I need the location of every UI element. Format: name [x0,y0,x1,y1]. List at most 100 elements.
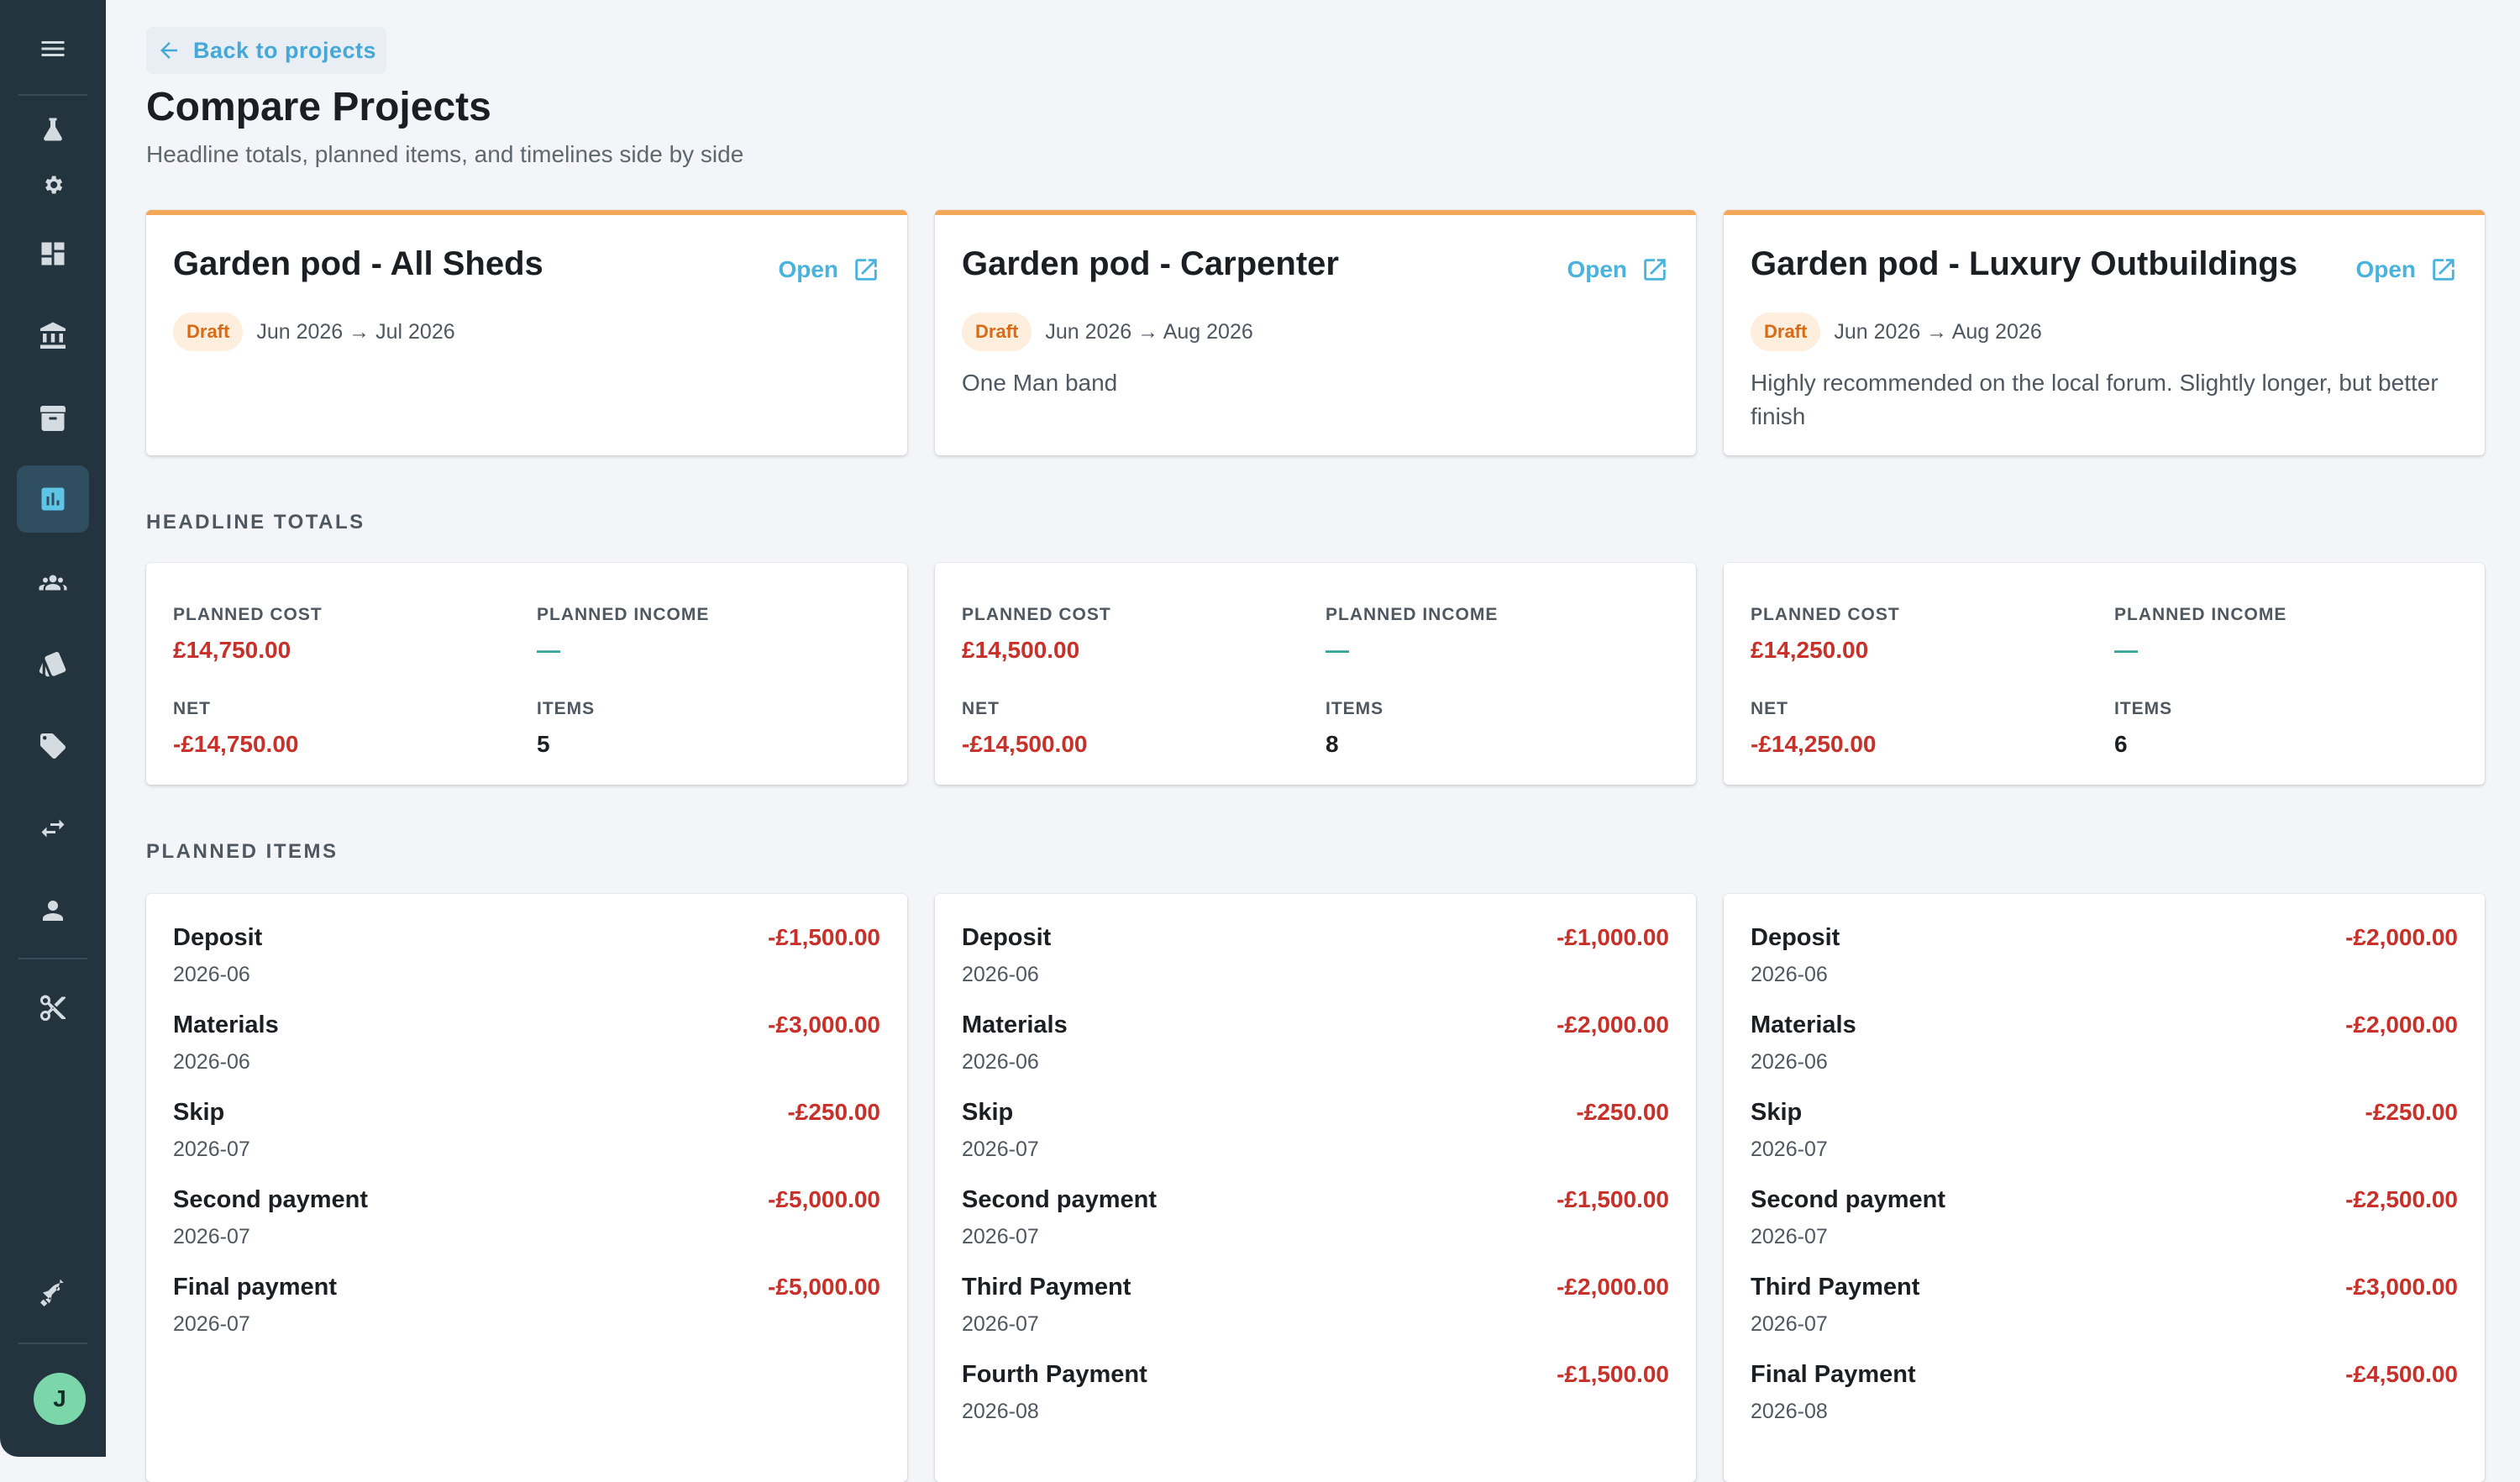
item-amount: -£250.00 [1576,1099,1669,1125]
archive-icon[interactable] [17,385,89,452]
item-date: 2026-08 [962,1400,1039,1423]
planned-income-label: PLANNED INCOME [537,605,710,624]
app-root: J Back to projects Compare Projects Head… [0,0,2520,1482]
item-amount: -£4,500.00 [2345,1361,2458,1387]
people-icon[interactable] [17,548,89,615]
items-label: ITEMS [1326,699,1384,718]
dashboard-icon[interactable] [17,220,89,287]
item-name: Materials [173,1012,279,1038]
item-name: Deposit [1751,924,1840,951]
avatar[interactable]: J [34,1373,86,1425]
chart-icon[interactable] [17,465,89,533]
item-amount: -£2,000.00 [1557,1012,1669,1038]
net-label: NET [962,699,1000,718]
planned-cost-value: £14,750.00 [173,637,291,663]
list-item: Deposit -£2,000.00 2026-06 [1751,924,2458,1012]
back-to-projects-link[interactable]: Back to projects [146,27,387,74]
bank-icon[interactable] [17,302,89,370]
rocket-icon[interactable] [17,1260,89,1327]
item-amount: -£1,500.00 [1557,1186,1669,1212]
list-item: Third Payment -£3,000.00 2026-07 [1751,1274,2458,1361]
item-date: 2026-06 [173,963,250,986]
back-link-label: Back to projects [193,37,377,63]
flask-icon[interactable] [17,106,89,153]
open-project-button[interactable]: Open [778,255,880,284]
project-meta: Draft Jun 2026 → Aug 2026 [1751,313,2042,351]
item-date: 2026-06 [1751,963,1828,986]
item-amount: -£2,000.00 [2345,1012,2458,1038]
totals-card: PLANNED COST £14,500.00 PLANNED INCOME —… [935,563,1696,785]
list-item: Second payment -£5,000.00 2026-07 [173,1186,880,1274]
open-project-button[interactable]: Open [1567,255,1669,284]
section-headline-totals: HEADLINE TOTALS [146,511,365,533]
status-badge: Draft [1751,313,1821,351]
project-name: Garden pod - Luxury Outbuildings [1751,245,2298,282]
item-amount: -£1,500.00 [768,924,880,950]
items-cell: ITEMS 6 [2114,699,2172,758]
planned-income-value: — [537,637,560,663]
item-amount: -£2,000.00 [2345,924,2458,950]
list-item: Final Payment -£4,500.00 2026-08 [1751,1361,2458,1448]
main-content: Back to projects Compare Projects Headli… [106,0,2520,1482]
totals-card: PLANNED COST £14,250.00 PLANNED INCOME —… [1724,563,2485,785]
transfer-icon[interactable] [17,795,89,862]
person-icon[interactable] [17,877,89,944]
tag-icon[interactable] [17,712,89,780]
item-name: Final payment [173,1274,337,1301]
item-date: 2026-06 [173,1050,250,1074]
project-dates: Jun 2026 → Aug 2026 [1045,319,1253,344]
project-dates: Jun 2026 → Aug 2026 [1834,319,2042,344]
list-item: Skip -£250.00 2026-07 [1751,1099,2458,1186]
item-amount: -£5,000.00 [768,1274,880,1300]
project-name: Garden pod - All Sheds [173,245,543,282]
cards-icon[interactable] [17,630,89,697]
menu-icon[interactable] [17,15,89,82]
list-item: Materials -£2,000.00 2026-06 [962,1012,1669,1099]
planned-cost-value: £14,500.00 [962,637,1080,663]
sidebar-divider [18,94,87,96]
item-date: 2026-08 [1751,1400,1828,1423]
planned-income-label: PLANNED INCOME [1326,605,1499,624]
open-in-new-icon [2433,259,2454,281]
item-name: Third Payment [1751,1274,1920,1301]
item-name: Third Payment [962,1274,1131,1301]
open-project-button[interactable]: Open [2355,255,2458,284]
project-card: Garden pod - Carpenter Open Draft Jun 20… [935,210,1696,455]
page-subtitle: Headline totals, planned items, and time… [146,141,744,167]
item-date: 2026-07 [962,1225,1039,1248]
planned-items-card: Deposit -£1,500.00 2026-06 Materials -£3… [146,894,907,1482]
open-in-new-icon [1644,259,1666,281]
planned-cost-cell: PLANNED COST £14,250.00 [1751,605,1900,664]
items-cell: ITEMS 8 [1326,699,1383,758]
items-count: 8 [1326,731,1339,757]
project-meta: Draft Jun 2026 → Aug 2026 [962,313,1253,351]
open-in-new-icon [855,259,877,281]
item-date: 2026-06 [1751,1050,1828,1074]
net-value: -£14,750.00 [173,731,299,757]
arrow-left-icon [160,42,177,59]
sidebar-divider [18,1343,87,1344]
planned-items-card: Deposit -£2,000.00 2026-06 Materials -£2… [1724,894,2485,1482]
item-name: Skip [1751,1099,1803,1126]
item-date: 2026-07 [962,1138,1039,1161]
list-item: Second payment -£2,500.00 2026-07 [1751,1186,2458,1274]
net-label: NET [1751,699,1788,718]
items-cell: ITEMS 5 [537,699,595,758]
planned-cost-label: PLANNED COST [962,605,1111,624]
item-amount: -£250.00 [787,1099,880,1125]
project-description: Highly recommended on the local forum. S… [1751,370,2439,429]
planned-cost-cell: PLANNED COST £14,500.00 [962,605,1111,664]
scissors-icon[interactable] [17,975,89,1042]
item-amount: -£2,000.00 [1557,1274,1669,1300]
section-planned-items: PLANNED ITEMS [146,840,339,863]
item-amount: -£1,500.00 [1557,1361,1669,1387]
planned-items-card: Deposit -£1,000.00 2026-06 Materials -£2… [935,894,1696,1482]
page-title: Compare Projects [146,85,491,129]
item-name: Fourth Payment [962,1361,1147,1388]
item-date: 2026-07 [1751,1225,1828,1248]
item-date: 2026-07 [173,1225,250,1248]
item-name: Second payment [173,1186,369,1213]
settings-icon[interactable] [17,161,89,208]
project-card: Garden pod - All Sheds Open Draft Jun 20… [146,210,907,455]
planned-cost-label: PLANNED COST [1751,605,1900,624]
